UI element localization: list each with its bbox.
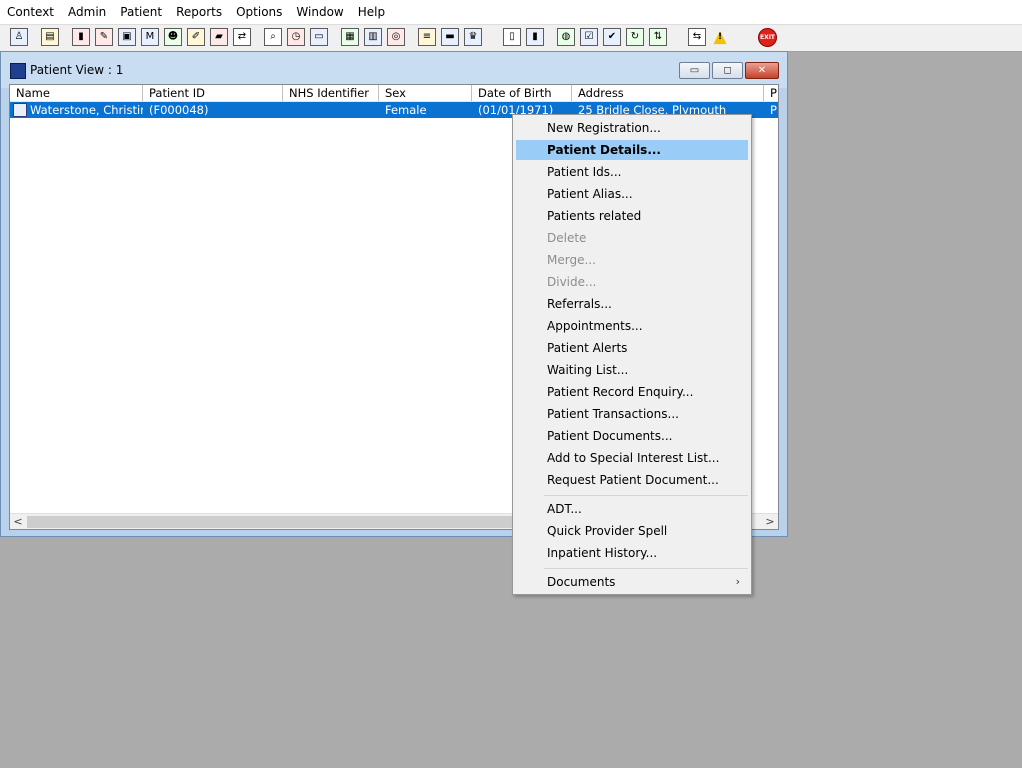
menu-window[interactable]: Window <box>289 0 350 24</box>
menu-item-patient-transactions[interactable]: Patient Transactions... <box>516 404 748 424</box>
menu-item-inpatient-history[interactable]: Inpatient History... <box>516 543 748 563</box>
globe-icon[interactable]: ◎ <box>387 28 405 46</box>
menu-item-delete: Delete <box>547 231 587 245</box>
menu-item-add-special-interest[interactable]: Add to Special Interest List... <box>516 448 748 468</box>
close-button[interactable]: ✕ <box>745 62 779 79</box>
scroll-right-button[interactable]: > <box>762 514 778 529</box>
menu-item-referrals[interactable]: Referrals... <box>516 294 748 314</box>
notes-icon[interactable]: ✐ <box>187 28 205 46</box>
menu-reports[interactable]: Reports <box>169 0 229 24</box>
checklist-icon[interactable]: ☑ <box>580 28 598 46</box>
menu-item-merge: Merge... <box>547 253 596 267</box>
earth-icon[interactable]: ◍ <box>557 28 575 46</box>
scroll-left-button[interactable]: < <box>10 514 26 529</box>
menu-options[interactable]: Options <box>229 0 289 24</box>
menu-item-request-patient-document[interactable]: Request Patient Document... <box>516 470 748 490</box>
clipboard-icon[interactable]: ✎ <box>95 28 113 46</box>
menu-patient[interactable]: Patient <box>113 0 169 24</box>
cell-sex: Female <box>385 103 427 117</box>
column-nhs-identifier[interactable]: NHS Identifier <box>283 85 379 101</box>
menu-context[interactable]: Context <box>0 0 61 24</box>
clock-icon[interactable]: ◷ <box>287 28 305 46</box>
printer-icon[interactable]: ▤ <box>41 28 59 46</box>
nurse-icon[interactable]: ♛ <box>464 28 482 46</box>
cell-patient-id: (F000048) <box>149 103 209 117</box>
column-sex[interactable]: Sex <box>379 85 472 101</box>
menu-item-patients-related[interactable]: Patients related <box>516 206 748 226</box>
minimize-button[interactable]: ▭ <box>679 62 710 79</box>
cell-name: Waterstone, Christine... <box>30 103 143 117</box>
card-icon[interactable]: ▣ <box>118 28 136 46</box>
menu-item-new-registration[interactable]: New Registration... <box>516 118 748 138</box>
document-icon[interactable]: ▯ <box>503 28 521 46</box>
exit-icon[interactable]: EXIT <box>758 28 777 47</box>
swap-icon[interactable]: ⇅ <box>649 28 667 46</box>
menu-item-patient-ids[interactable]: Patient Ids... <box>516 162 748 182</box>
cell-p: P <box>770 103 777 117</box>
transfer-icon[interactable]: ⇄ <box>233 28 251 46</box>
toolbar: ♙ ▤ ▮ ✎ ▣ M ☻ ✐ ▰ ⇄ ⌕ ◷ ▭ ▦ ▥ ◎ ≡ ▬ ♛ ▯ … <box>0 24 1022 52</box>
refresh-icon[interactable]: ↻ <box>626 28 644 46</box>
menu-item-patient-alias[interactable]: Patient Alias... <box>516 184 748 204</box>
chart-icon[interactable]: ▦ <box>341 28 359 46</box>
search-icon[interactable]: ⌕ <box>264 28 282 46</box>
menu-help[interactable]: Help <box>351 0 392 24</box>
patient-window-icon <box>10 63 26 79</box>
menu-item-quick-provider-spell[interactable]: Quick Provider Spell <box>516 521 748 541</box>
warning-icon[interactable]: ▲! <box>711 28 729 46</box>
column-address[interactable]: Address <box>572 85 764 101</box>
menu-separator <box>544 568 748 569</box>
menu-item-adt[interactable]: ADT... <box>516 499 748 519</box>
monitor-icon[interactable]: ▭ <box>310 28 328 46</box>
column-patient-id[interactable]: Patient ID <box>143 85 283 101</box>
transfer-arrows-icon[interactable]: ⇆ <box>688 28 706 46</box>
m-icon[interactable]: M <box>141 28 159 46</box>
menu-bar: Context Admin Patient Reports Options Wi… <box>0 0 1022 25</box>
window-titlebar[interactable]: Patient View : 1 ▭ ◻ ✕ <box>1 52 787 88</box>
patient-icon <box>13 103 27 117</box>
column-name[interactable]: Name <box>10 85 143 101</box>
patient-context-menu: New Registration... Patient Details... P… <box>512 114 752 595</box>
window-title: Patient View : 1 <box>30 63 124 77</box>
cell-nhs <box>289 102 375 118</box>
list-header: Name Patient ID NHS Identifier Sex Date … <box>10 85 778 102</box>
note-icon[interactable]: ≡ <box>418 28 436 46</box>
maximize-button[interactable]: ◻ <box>712 62 743 79</box>
menu-item-appointments[interactable]: Appointments... <box>516 316 748 336</box>
id-card-icon[interactable]: ▥ <box>364 28 382 46</box>
column-date-of-birth[interactable]: Date of Birth <box>472 85 572 101</box>
menu-separator <box>544 495 748 496</box>
scroll-thumb[interactable] <box>27 516 517 528</box>
check-icon[interactable]: ✔ <box>603 28 621 46</box>
menu-admin[interactable]: Admin <box>61 0 113 24</box>
book-icon[interactable]: ▮ <box>72 28 90 46</box>
column-p[interactable]: P <box>764 85 778 101</box>
chevron-right-icon: › <box>735 575 740 588</box>
menu-item-divide: Divide... <box>547 275 597 289</box>
doctor-icon[interactable]: ☻ <box>164 28 182 46</box>
menu-item-patient-documents[interactable]: Patient Documents... <box>516 426 748 446</box>
bar-chart-icon[interactable]: ▮ <box>526 28 544 46</box>
menu-item-waiting-list[interactable]: Waiting List... <box>516 360 748 380</box>
menu-item-documents-label: Documents <box>547 575 616 589</box>
ambulance-icon[interactable]: ▰ <box>210 28 228 46</box>
bed-icon[interactable]: ▬ <box>441 28 459 46</box>
menu-item-documents[interactable]: Documents › <box>516 572 748 592</box>
menu-item-patient-alerts[interactable]: Patient Alerts <box>516 338 748 358</box>
menu-item-patient-details[interactable]: Patient Details... <box>516 140 748 160</box>
menu-item-patient-record-enquiry[interactable]: Patient Record Enquiry... <box>516 382 748 402</box>
person-icon[interactable]: ♙ <box>10 28 28 46</box>
